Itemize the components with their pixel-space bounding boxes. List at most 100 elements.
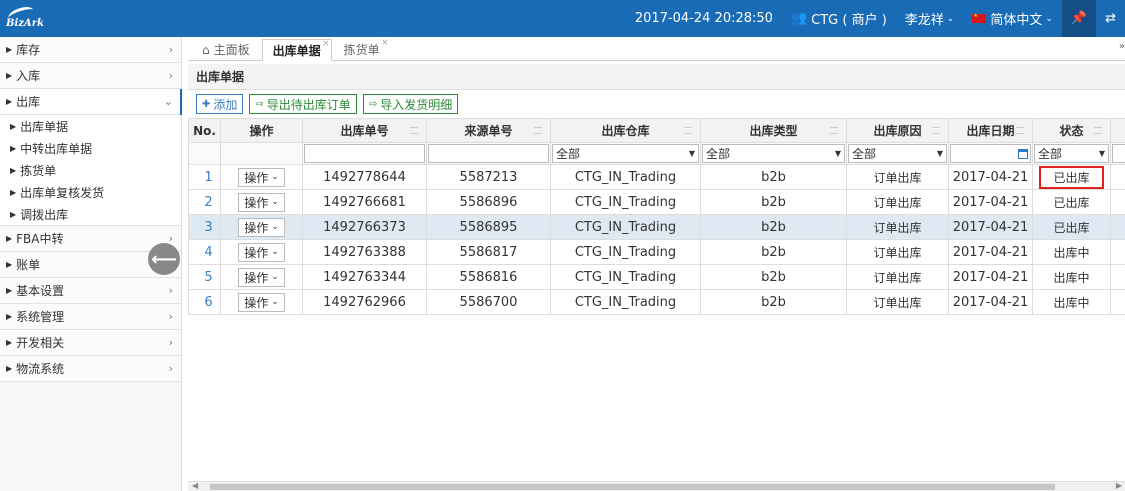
chevron-right-icon: › bbox=[168, 43, 173, 56]
row-number: 1 bbox=[188, 164, 221, 190]
pin-button[interactable]: 📌 bbox=[1061, 0, 1097, 37]
header-label: 出库日期 bbox=[966, 124, 1015, 138]
datetime-text: 2017-04-24 20:28:50 bbox=[634, 11, 773, 26]
user-menu[interactable]: 李龙祥 ⌄ bbox=[896, 0, 964, 37]
datetime-display: 2017-04-24 20:28:50 bbox=[626, 0, 782, 37]
tabs-scroll-right-icon[interactable]: » bbox=[1119, 41, 1125, 52]
select-value: 全部 bbox=[706, 147, 731, 161]
filter-row: 全部 ▼ 全部 ▼ 全部 ▼ 全部 ▼ bbox=[188, 142, 1125, 165]
row-action-dropdown[interactable]: 操作 ⌄ bbox=[238, 267, 285, 287]
date-filter-input[interactable] bbox=[950, 144, 1031, 163]
row-action-dropdown[interactable]: 操作 ⌄ bbox=[238, 292, 285, 312]
row-action-dropdown[interactable]: 操作 ⌄ bbox=[238, 217, 285, 237]
outbound-no-filter-input[interactable] bbox=[304, 144, 425, 163]
col-header-type[interactable]: 出库类型 bbox=[700, 118, 847, 143]
type-filter-select[interactable]: 全部 ▼ bbox=[702, 144, 845, 163]
triangle-right-icon: ▶ bbox=[10, 165, 17, 175]
filter-cell: 全部 ▼ bbox=[846, 142, 949, 165]
chevron-down-icon: ⌄ bbox=[1045, 13, 1053, 24]
sidebar-item-system-admin[interactable]: ▶ 系统管理 › bbox=[0, 304, 181, 330]
bizark-logo[interactable]: BizArk bbox=[0, 0, 60, 37]
sidebar-item-development[interactable]: ▶ 开发相关 › bbox=[0, 330, 181, 356]
row-action-dropdown[interactable]: 操作 ⌄ bbox=[238, 192, 285, 212]
row-number: 6 bbox=[188, 289, 221, 315]
table-row[interactable]: 5 操作 ⌄ 1492763344 5586816 CTG_IN_Trading … bbox=[188, 264, 1125, 290]
horizontal-scrollbar[interactable]: ◀ ▶ bbox=[188, 481, 1125, 491]
col-header-source-no[interactable]: 来源单号 bbox=[426, 118, 551, 143]
triangle-right-icon: ▶ bbox=[10, 143, 17, 153]
submenu-item-allocation-outbound[interactable]: ▶ 调拨出库 bbox=[0, 203, 181, 225]
col-header-outbound-no[interactable]: 出库单号 bbox=[302, 118, 427, 143]
action-label: 操作 bbox=[244, 270, 269, 285]
tab-dashboard[interactable]: ⌂ 主面板 bbox=[192, 39, 260, 60]
row-action-dropdown[interactable]: 操作 ⌄ bbox=[238, 242, 285, 262]
scroll-right-icon[interactable]: ▶ bbox=[1116, 481, 1122, 490]
date-cell: 2017-04-21 bbox=[948, 264, 1033, 290]
tab-picking-list[interactable]: 拣货单 × bbox=[334, 38, 390, 60]
col-header-reason[interactable]: 出库原因 bbox=[846, 118, 949, 143]
reason-filter-select[interactable]: 全部 ▼ bbox=[848, 144, 947, 163]
col-header-status[interactable]: 状态 bbox=[1032, 118, 1111, 143]
close-tab-icon[interactable]: × bbox=[322, 39, 330, 49]
type-cell: b2b bbox=[700, 189, 847, 215]
sidebar-item-inbound[interactable]: ▶ 入库 › bbox=[0, 63, 181, 89]
dropdown-arrow-icon: ▼ bbox=[834, 149, 841, 158]
sidebar-item-basic-settings[interactable]: ▶ 基本设置 › bbox=[0, 278, 181, 304]
row-number: 2 bbox=[188, 189, 221, 215]
row-action-dropdown[interactable]: 操作 ⌄ bbox=[238, 167, 285, 187]
date-cell: 2017-04-21 bbox=[948, 214, 1033, 240]
submenu-item-transfer-outbound-docs[interactable]: ▶ 中转出库单据 bbox=[0, 137, 181, 159]
extra-filter-input[interactable] bbox=[1112, 144, 1125, 163]
source-no-filter-input[interactable] bbox=[428, 144, 549, 163]
top-bar: BizArk 2017-04-24 20:28:50 👥 CTG ( 商户 ) 李… bbox=[0, 0, 1125, 37]
table-row[interactable]: 6 操作 ⌄ 1492762966 5586700 CTG_IN_Trading … bbox=[188, 289, 1125, 315]
arrow-left-icon: ⟵ bbox=[151, 248, 177, 270]
sidebar-item-label: 库存 bbox=[16, 43, 41, 57]
status-filter-select[interactable]: 全部 ▼ bbox=[1034, 144, 1109, 163]
calendar-icon[interactable] bbox=[1018, 148, 1028, 159]
sidebar-item-label: 出库 bbox=[16, 95, 41, 109]
table-row[interactable]: 1 操作 ⌄ 1492778644 5587213 CTG_IN_Trading … bbox=[188, 164, 1125, 190]
source-no-cell: 5586700 bbox=[426, 289, 551, 315]
export-pending-orders-button[interactable]: ⇨ 导出待出库订单 bbox=[249, 94, 357, 114]
triangle-right-icon: ▶ bbox=[6, 45, 13, 54]
import-shipping-details-button[interactable]: ⇨ 导入发货明细 bbox=[362, 94, 459, 114]
submenu-item-label: 中转出库单据 bbox=[20, 141, 93, 156]
type-cell: b2b bbox=[700, 214, 847, 240]
submenu-item-review-ship[interactable]: ▶ 出库单复核发货 bbox=[0, 181, 181, 203]
language-menu[interactable]: 简体中文⌄ bbox=[963, 0, 1062, 37]
swap-button[interactable]: ⇄ bbox=[1096, 0, 1125, 37]
add-button[interactable]: ✚ 添加 bbox=[196, 94, 244, 114]
scrollbar-thumb[interactable] bbox=[210, 484, 1055, 490]
close-tab-icon[interactable]: × bbox=[381, 38, 389, 48]
type-cell: b2b bbox=[700, 239, 847, 265]
table-row[interactable]: 4 操作 ⌄ 1492763388 5586817 CTG_IN_Trading … bbox=[188, 239, 1125, 265]
submenu-item-outbound-docs[interactable]: ▶ 出库单据 bbox=[0, 115, 181, 137]
triangle-right-icon: ▶ bbox=[10, 187, 17, 197]
sidebar-item-logistics[interactable]: ▶ 物流系统 › bbox=[0, 356, 181, 382]
table-row[interactable]: 2 操作 ⌄ 1492766681 5586896 CTG_IN_Trading … bbox=[188, 189, 1125, 215]
status-cell: 已出库 bbox=[1032, 164, 1111, 190]
china-flag-icon bbox=[972, 13, 987, 23]
scroll-left-icon[interactable]: ◀ bbox=[192, 481, 198, 490]
collapse-sidebar-button[interactable]: ⟵ bbox=[148, 243, 180, 275]
account-menu[interactable]: 👥 CTG ( 商户 ) bbox=[782, 0, 896, 37]
triangle-right-icon: ▶ bbox=[6, 71, 13, 80]
sidebar-item-label: FBA中转 bbox=[16, 232, 64, 246]
sidebar-item-outbound[interactable]: ▶ 出库 ⌄ bbox=[0, 89, 182, 115]
dropdown-arrow-icon: ▼ bbox=[936, 149, 943, 158]
submenu-item-label: 出库单据 bbox=[20, 119, 69, 134]
date-cell: 2017-04-21 bbox=[948, 289, 1033, 315]
chevron-right-icon: › bbox=[168, 69, 173, 82]
col-header-warehouse[interactable]: 出库仓库 bbox=[550, 118, 701, 143]
submenu-item-picking-list[interactable]: ▶ 拣货单 bbox=[0, 159, 181, 181]
sidebar-item-inventory[interactable]: ▶ 库存 › bbox=[0, 37, 181, 63]
table-row-selected[interactable]: 3 操作 ⌄ 1492766373 5586895 CTG_IN_Trading … bbox=[188, 214, 1125, 240]
warehouse-filter-select[interactable]: 全部 ▼ bbox=[552, 144, 699, 163]
filter-cell bbox=[948, 142, 1033, 165]
tab-outbound-docs[interactable]: 出库单据 × bbox=[261, 39, 332, 61]
action-cell: 操作 ⌄ bbox=[220, 289, 303, 315]
reason-cell: 订单出库 bbox=[846, 164, 949, 190]
col-header-date[interactable]: 出库日期 bbox=[948, 118, 1033, 143]
dropdown-arrow-icon: ▼ bbox=[688, 149, 695, 158]
